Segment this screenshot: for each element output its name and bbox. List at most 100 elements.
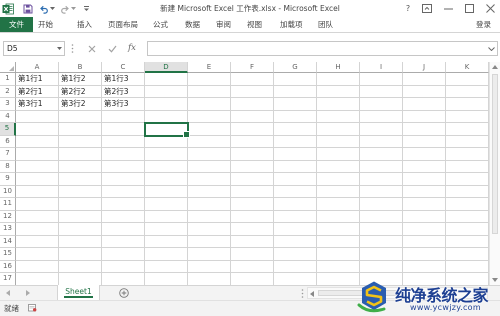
cell-b14[interactable] (59, 235, 102, 248)
cell-b11[interactable] (59, 198, 102, 211)
cell-j3[interactable] (403, 98, 446, 111)
cell-f13[interactable] (231, 223, 274, 236)
cell-f8[interactable] (231, 160, 274, 173)
tab-insert[interactable]: 插入 (77, 17, 92, 32)
cell-g16[interactable] (274, 260, 317, 273)
cell-g1[interactable] (274, 73, 317, 86)
cell-c8[interactable] (102, 160, 145, 173)
cell-d12[interactable] (145, 210, 188, 223)
cell-f5[interactable] (231, 123, 274, 136)
cell-k12[interactable] (446, 210, 489, 223)
add-sheet-icon[interactable] (119, 288, 129, 298)
column-header-i[interactable]: I (360, 62, 403, 73)
cell-c4[interactable] (102, 110, 145, 123)
cell-b5[interactable] (59, 123, 102, 136)
row-header-5[interactable]: 5 (0, 123, 16, 136)
cell-b2[interactable]: 第2行2 (59, 85, 102, 98)
cell-c14[interactable] (102, 235, 145, 248)
name-box-resize-handle[interactable] (71, 44, 74, 53)
cell-k10[interactable] (446, 185, 489, 198)
cell-i2[interactable] (360, 85, 403, 98)
column-header-g[interactable]: G (274, 62, 317, 73)
chevron-down-icon[interactable] (57, 47, 62, 50)
cell-e13[interactable] (188, 223, 231, 236)
cell-b4[interactable] (59, 110, 102, 123)
cell-d15[interactable] (145, 248, 188, 261)
cell-f3[interactable] (231, 98, 274, 111)
cell-f12[interactable] (231, 210, 274, 223)
cell-d8[interactable] (145, 160, 188, 173)
redo-dropdown-icon[interactable] (71, 3, 76, 14)
excel-app-icon[interactable] (2, 3, 14, 14)
help-button[interactable]: ? (403, 0, 413, 17)
cell-d1[interactable] (145, 73, 188, 86)
cell-g15[interactable] (274, 248, 317, 261)
cell-i10[interactable] (360, 185, 403, 198)
cell-b17[interactable] (59, 273, 102, 285)
cell-i4[interactable] (360, 110, 403, 123)
scroll-sheets-left-icon[interactable] (6, 290, 10, 296)
tab-home[interactable]: 开始 (38, 17, 53, 32)
scroll-left-icon[interactable] (310, 291, 314, 297)
cell-h4[interactable] (317, 110, 360, 123)
cell-c12[interactable] (102, 210, 145, 223)
cell-i8[interactable] (360, 160, 403, 173)
cell-e9[interactable] (188, 173, 231, 186)
row-header-10[interactable]: 10 (0, 185, 16, 198)
cell-g14[interactable] (274, 235, 317, 248)
cell-d14[interactable] (145, 235, 188, 248)
cell-k4[interactable] (446, 110, 489, 123)
cell-j9[interactable] (403, 173, 446, 186)
cell-h2[interactable] (317, 85, 360, 98)
cell-e7[interactable] (188, 148, 231, 161)
tab-review[interactable]: 审阅 (216, 17, 231, 32)
cell-j11[interactable] (403, 198, 446, 211)
cell-d11[interactable] (145, 198, 188, 211)
cell-a5[interactable] (16, 123, 59, 136)
cell-a1[interactable]: 第1行1 (16, 73, 59, 86)
cell-j10[interactable] (403, 185, 446, 198)
cell-c17[interactable] (102, 273, 145, 285)
cell-d17[interactable] (145, 273, 188, 285)
column-header-c[interactable]: C (102, 62, 145, 73)
cell-e11[interactable] (188, 198, 231, 211)
cell-j6[interactable] (403, 135, 446, 148)
cell-b12[interactable] (59, 210, 102, 223)
cell-g13[interactable] (274, 223, 317, 236)
cell-a9[interactable] (16, 173, 59, 186)
cell-d9[interactable] (145, 173, 188, 186)
cell-d13[interactable] (145, 223, 188, 236)
cell-j7[interactable] (403, 148, 446, 161)
cell-c11[interactable] (102, 198, 145, 211)
cell-d5[interactable] (144, 122, 190, 137)
cell-i16[interactable] (360, 260, 403, 273)
cell-k13[interactable] (446, 223, 489, 236)
column-header-e[interactable]: E (188, 62, 231, 73)
vertical-scroll-thumb[interactable] (492, 74, 498, 234)
cell-k1[interactable] (446, 73, 489, 86)
cell-j13[interactable] (403, 223, 446, 236)
cell-i13[interactable] (360, 223, 403, 236)
cell-h13[interactable] (317, 223, 360, 236)
cell-d10[interactable] (145, 185, 188, 198)
column-header-j[interactable]: J (403, 62, 446, 73)
ribbon-display-options-icon[interactable] (418, 0, 436, 17)
cell-h5[interactable] (317, 123, 360, 136)
cell-b8[interactable] (59, 160, 102, 173)
cell-c6[interactable] (102, 135, 145, 148)
column-header-h[interactable]: H (317, 62, 360, 73)
cell-f4[interactable] (231, 110, 274, 123)
sign-in-link[interactable]: 登录 (476, 17, 491, 32)
cell-i15[interactable] (360, 248, 403, 261)
cell-f17[interactable] (231, 273, 274, 285)
cell-a13[interactable] (16, 223, 59, 236)
insert-function-button[interactable]: fx (128, 41, 136, 56)
tab-view[interactable]: 视图 (247, 17, 262, 32)
cell-k15[interactable] (446, 248, 489, 261)
cell-b16[interactable] (59, 260, 102, 273)
cell-k16[interactable] (446, 260, 489, 273)
cell-a6[interactable] (16, 135, 59, 148)
cell-e15[interactable] (188, 248, 231, 261)
cell-c16[interactable] (102, 260, 145, 273)
close-icon[interactable] (481, 0, 499, 17)
